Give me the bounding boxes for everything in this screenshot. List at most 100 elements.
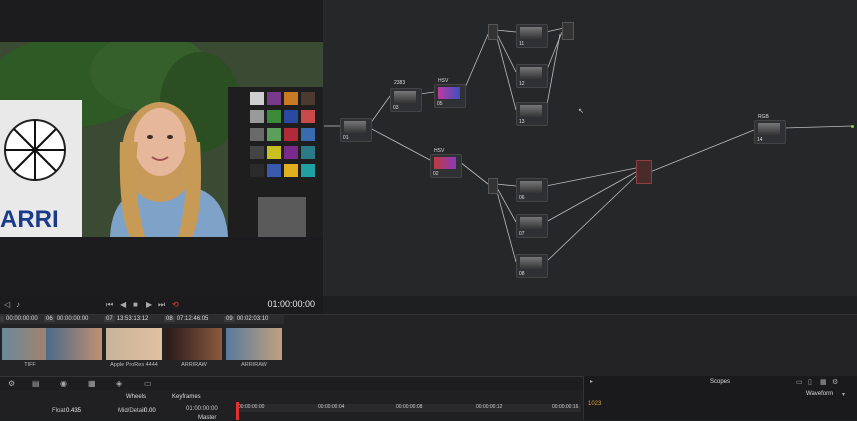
quad-view-icon[interactable]: ▦ xyxy=(820,378,827,386)
node-thumbnail xyxy=(520,27,542,39)
camera-raw-icon[interactable]: ⚙ xyxy=(8,379,15,388)
loop-button[interactable]: ⟲ xyxy=(172,300,179,309)
chevron-down-icon[interactable]: ▾ xyxy=(842,391,845,398)
node-06[interactable]: 06 xyxy=(516,178,548,202)
video-frame: ARRI xyxy=(0,42,323,237)
ruler-tick-label: 00:00:00:12 xyxy=(476,404,503,410)
keyframe-ruler[interactable]: 00:00:00:00 00:00:00:04 00:00:00:08 00:0… xyxy=(236,404,581,412)
play-button[interactable]: ▶ xyxy=(146,300,152,309)
playhead[interactable] xyxy=(236,402,239,420)
node-03[interactable]: 03 xyxy=(390,88,422,112)
node-label: 08 xyxy=(519,271,525,277)
go-last-button[interactable]: ⏭ xyxy=(158,300,165,310)
clip-thumbnail xyxy=(46,328,102,360)
node-label: 02 xyxy=(433,171,439,177)
play-reverse-button[interactable]: ◀ xyxy=(120,300,126,309)
node-thumbnail xyxy=(438,87,460,99)
contrast-label: Float xyxy=(52,408,66,414)
node-title: 2383 xyxy=(394,80,406,86)
node-label: 14 xyxy=(757,137,763,143)
mid-detail-value[interactable]: 0.00 xyxy=(144,408,156,414)
clip-thumbnail xyxy=(106,328,162,360)
node-thumbnail xyxy=(434,157,456,169)
single-view-icon[interactable]: ▭ xyxy=(796,378,803,386)
clip-name: ARRIRAW xyxy=(241,362,267,368)
node-label: 12 xyxy=(519,81,525,87)
node-14[interactable]: 14 xyxy=(754,120,786,144)
node-output-connector[interactable] xyxy=(851,125,854,128)
splitter-node[interactable] xyxy=(488,178,498,194)
contrast-value[interactable]: 0.435 xyxy=(66,408,81,414)
clip-timecode: 07:12:46:05 xyxy=(176,316,209,322)
master-track-label: Master xyxy=(198,415,217,421)
combiner-node[interactable] xyxy=(562,22,574,40)
clip-name: Apple ProRes 4444 xyxy=(110,362,158,368)
clip-item[interactable]: 07 13:53:13:12 Apple ProRes 4444 xyxy=(104,315,164,377)
ruler-tick-label: 00:00:00:04 xyxy=(318,404,345,410)
node-08[interactable]: 08 xyxy=(516,254,548,278)
node-thumbnail xyxy=(394,91,416,103)
node-thumbnail xyxy=(520,181,542,193)
viewer-panel: ARRI xyxy=(0,0,324,296)
scope-scale-value: 1023 xyxy=(588,401,602,407)
ruler-tick-label: 00:00:00:00 xyxy=(238,404,265,410)
node-02[interactable]: 02 xyxy=(430,154,462,178)
color-match-icon[interactable]: ▤ xyxy=(32,379,40,388)
clip-timecode: 13:53:13:12 xyxy=(116,316,149,322)
node-editor: ↖ 01 2383 03 HSV 05 11 12 13 HSV 02 06 0… xyxy=(324,0,857,296)
ruler-tick-label: 00:00:00:16 xyxy=(552,404,579,410)
clip-timecode: 00:00:00:00 xyxy=(56,316,89,322)
ruler-tick-label: 00:00:00:08 xyxy=(396,404,423,410)
dual-view-icon[interactable]: ▯ xyxy=(808,378,812,386)
node-label: 05 xyxy=(437,101,443,107)
audio-icon[interactable]: ◁ xyxy=(4,300,10,309)
mid-detail-label: Mid/Detail xyxy=(118,408,145,414)
clip-number xyxy=(0,316,4,322)
node-05[interactable]: 05 xyxy=(434,84,466,108)
node-11[interactable]: 11 xyxy=(516,24,548,48)
rgb-mixer-icon[interactable]: ▦ xyxy=(88,379,96,388)
arri-logo: ARRI xyxy=(0,206,59,233)
motion-effects-icon[interactable]: ◈ xyxy=(116,379,122,388)
node-thumbnail xyxy=(520,67,542,79)
node-label: 13 xyxy=(519,119,525,125)
node-13[interactable]: 13 xyxy=(516,102,548,126)
splitter-node[interactable] xyxy=(488,24,498,40)
wheels-tab[interactable]: Wheels xyxy=(126,394,146,400)
clip-name: ARRIRAW xyxy=(181,362,207,368)
node-label: 01 xyxy=(343,135,349,141)
clip-item[interactable]: 06 00:00:00:00 xyxy=(44,315,104,377)
node-thumbnail xyxy=(520,217,542,229)
clip-timecode: 00:02:03:10 xyxy=(236,316,269,322)
scopes-panel: ▸ Scopes ▭ ▯ ▦ ⚙ Waveform ▾ 1023 xyxy=(583,376,857,420)
scopes-expand-icon[interactable]: ▸ xyxy=(590,378,593,385)
node-label: 03 xyxy=(393,105,399,111)
scope-type-select[interactable]: Waveform xyxy=(806,391,833,397)
scopes-title: Scopes xyxy=(710,379,731,385)
node-label: 07 xyxy=(519,231,525,237)
node-connections: ↖ xyxy=(324,27,853,263)
node-12[interactable]: 12 xyxy=(516,64,548,88)
video-image: ARRI xyxy=(0,42,323,237)
clip-number: 08 xyxy=(164,316,175,322)
keyframe-timecode: 01:00:00:00 xyxy=(186,406,218,412)
clip-timecode: 00:00:00:00 xyxy=(6,316,38,322)
keyframes-tab[interactable]: Keyframes xyxy=(172,394,201,400)
node-thumbnail xyxy=(520,257,542,269)
clip-number: 07 xyxy=(104,316,115,322)
clip-item[interactable]: 09 00:02:03:10 ARRIRAW xyxy=(224,315,284,377)
color-wheels-icon[interactable]: ◉ xyxy=(60,379,67,388)
scope-settings-icon[interactable]: ⚙ xyxy=(832,378,838,386)
stop-button[interactable]: ■ xyxy=(133,300,138,309)
clip-thumbnail xyxy=(226,328,282,360)
clip-item[interactable]: 08 07:12:46:05 ARRIRAW xyxy=(164,315,224,377)
clip-number: 06 xyxy=(44,316,55,322)
volume-icon[interactable]: ♪ xyxy=(16,300,20,309)
mouse-cursor: ↖ xyxy=(578,108,584,115)
node-01[interactable]: 01 xyxy=(340,118,372,142)
node-07[interactable]: 07 xyxy=(516,214,548,238)
layer-mixer-node[interactable] xyxy=(636,160,652,184)
curves-icon[interactable]: ▭ xyxy=(144,379,152,388)
go-first-button[interactable]: ⏮ xyxy=(106,300,113,310)
node-label: 11 xyxy=(519,41,525,47)
